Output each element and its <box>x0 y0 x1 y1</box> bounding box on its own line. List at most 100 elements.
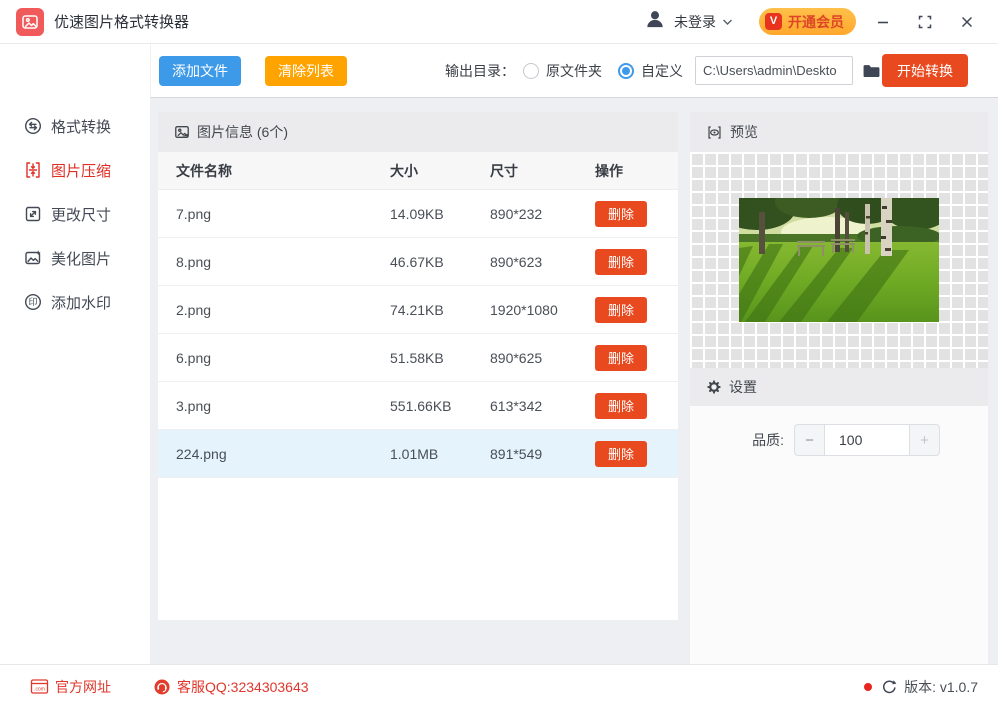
toolbar: 添加文件 清除列表 输出目录： 原文件夹 自定义 开始转换 <box>150 44 998 98</box>
version-area: 版本: v1.0.7 <box>864 677 978 697</box>
col-action: 操作 <box>595 162 623 179</box>
chevron-down-icon <box>722 13 733 31</box>
radio-checked-icon <box>618 62 634 79</box>
right-panel: 预览 设置 品质: − 100 + <box>690 112 988 664</box>
preview-checkerboard <box>690 152 988 368</box>
close-button[interactable] <box>952 7 982 37</box>
delete-button[interactable]: 删除 <box>595 200 647 227</box>
folder-icon <box>863 64 880 77</box>
file-dimensions: 890*623 <box>490 253 543 270</box>
statusbar: .com 官方网址 客服QQ:3234303643 版本: v1.0.7 <box>0 664 998 708</box>
delete-button[interactable]: 删除 <box>595 248 647 275</box>
delete-button[interactable]: 删除 <box>595 344 647 371</box>
preview-panel-header: 预览 <box>690 112 988 152</box>
sidebar-item-image-compress[interactable]: 图片压缩 <box>0 148 150 192</box>
delete-button[interactable]: 删除 <box>595 392 647 419</box>
table-row[interactable]: 2.png 74.21KB 1920*1080 删除 <box>158 286 678 334</box>
col-dimensions: 尺寸 <box>490 162 518 179</box>
clear-list-button[interactable]: 清除列表 <box>265 55 347 86</box>
add-watermark-icon: 印 <box>23 292 43 312</box>
quality-label: 品质: <box>752 432 784 448</box>
sidebar-item-watermark[interactable]: 印 添加水印 <box>0 280 150 324</box>
file-actions-cell: 删除 <box>595 248 678 275</box>
support-qq-link[interactable]: 客服QQ:3234303643 <box>153 677 309 697</box>
radio-custom-label: 自定义 <box>641 62 683 79</box>
output-path-input[interactable] <box>695 56 853 85</box>
sidebar: 格式转换 图片压缩 更改尺寸 美化图片 印 添加水印 <box>0 44 150 664</box>
file-actions-cell: 删除 <box>595 200 678 227</box>
sidebar-item-label: 格式转换 <box>51 118 112 136</box>
file-dimensions: 613*342 <box>490 397 543 414</box>
version-label: 版本: v1.0.7 <box>904 678 978 695</box>
file-name: 6.png <box>176 349 212 366</box>
website-dotcom-icon: .com <box>30 678 49 695</box>
col-file-name: 文件名称 <box>176 162 232 179</box>
start-convert-button[interactable]: 开始转换 <box>882 54 968 87</box>
settings-body: 品质: − + <box>690 406 988 664</box>
support-qq-label: 客服QQ:3234303643 <box>177 678 309 695</box>
check-update-button[interactable] <box>881 679 897 695</box>
svg-text:.com: .com <box>34 687 45 693</box>
login-status-label: 未登录 <box>674 13 716 30</box>
login-menu[interactable]: 未登录 <box>644 8 733 35</box>
table-row[interactable]: 3.png 551.66KB 613*342 删除 <box>158 382 678 430</box>
browse-folder-button[interactable] <box>861 62 882 80</box>
format-convert-icon <box>23 116 43 136</box>
table-row[interactable]: 6.png 51.58KB 890*625 删除 <box>158 334 678 382</box>
vip-badge-icon: V <box>765 13 782 30</box>
quality-decrease-button[interactable]: − <box>794 424 825 456</box>
file-size: 1.01MB <box>390 445 439 462</box>
quality-input[interactable] <box>825 424 909 456</box>
file-dimensions: 1920*1080 <box>490 301 558 318</box>
customer-service-icon <box>153 678 171 696</box>
file-panel-header: 图片信息 (6个) <box>158 112 678 152</box>
main-content: 图片信息 (6个) 文件名称 大小 尺寸 操作 7.png 14.09KB 89… <box>150 98 998 664</box>
radio-original-label: 原文件夹 <box>546 62 602 79</box>
quality-stepper: − + <box>794 424 940 456</box>
image-info-icon <box>174 124 190 140</box>
gear-icon <box>706 379 722 395</box>
refresh-icon <box>883 679 897 693</box>
file-size: 46.67KB <box>390 253 444 270</box>
file-name: 3.png <box>176 397 212 414</box>
preview-eye-icon <box>706 124 723 141</box>
resize-icon <box>23 204 43 224</box>
file-dimensions: 891*549 <box>490 445 543 462</box>
update-dot-icon <box>864 682 873 691</box>
minimize-button[interactable] <box>868 7 898 37</box>
table-row-selected[interactable]: 224.png 1.01MB 891*549 删除 <box>158 430 678 478</box>
sidebar-item-label: 美化图片 <box>51 250 112 268</box>
table-row[interactable]: 8.png 46.67KB 890*623 删除 <box>158 238 678 286</box>
col-size: 大小 <box>390 162 418 179</box>
quality-increase-button[interactable]: + <box>909 424 940 456</box>
titlebar: 优速图片格式转换器 未登录 V 开通会员 <box>0 0 998 44</box>
open-vip-button[interactable]: V 开通会员 <box>759 8 856 35</box>
official-website-link[interactable]: .com 官方网址 <box>30 677 111 697</box>
sidebar-item-label: 添加水印 <box>51 294 112 312</box>
table-header: 文件名称 大小 尺寸 操作 <box>158 152 678 190</box>
app-window: 优速图片格式转换器 未登录 V 开通会员 添加文件 清除列表 输出目录： 原文件… <box>0 0 998 708</box>
table-row[interactable]: 7.png 14.09KB 890*232 删除 <box>158 190 678 238</box>
image-compress-icon <box>23 160 43 180</box>
add-files-button[interactable]: 添加文件 <box>159 55 241 86</box>
delete-button[interactable]: 删除 <box>595 440 647 467</box>
file-actions-cell: 删除 <box>595 344 678 371</box>
file-name: 224.png <box>176 445 227 462</box>
sidebar-item-resize[interactable]: 更改尺寸 <box>0 192 150 236</box>
preview-panel-title: 预览 <box>730 124 758 140</box>
file-dimensions: 890*625 <box>490 349 543 366</box>
preview-image <box>739 198 939 322</box>
radio-custom-folder[interactable]: 自定义 <box>618 61 683 81</box>
maximize-button[interactable] <box>910 7 940 37</box>
sidebar-item-format-convert[interactable]: 格式转换 <box>0 104 150 148</box>
official-website-label: 官方网址 <box>55 678 111 695</box>
file-name: 7.png <box>176 205 212 222</box>
radio-original-folder[interactable]: 原文件夹 <box>523 61 602 81</box>
app-title: 优速图片格式转换器 <box>54 14 190 31</box>
sidebar-item-label: 图片压缩 <box>51 162 112 180</box>
delete-button[interactable]: 删除 <box>595 296 647 323</box>
sidebar-item-beautify[interactable]: 美化图片 <box>0 236 150 280</box>
settings-panel-header: 设置 <box>690 368 988 406</box>
file-name: 8.png <box>176 253 212 270</box>
beautify-image-icon <box>23 248 43 268</box>
